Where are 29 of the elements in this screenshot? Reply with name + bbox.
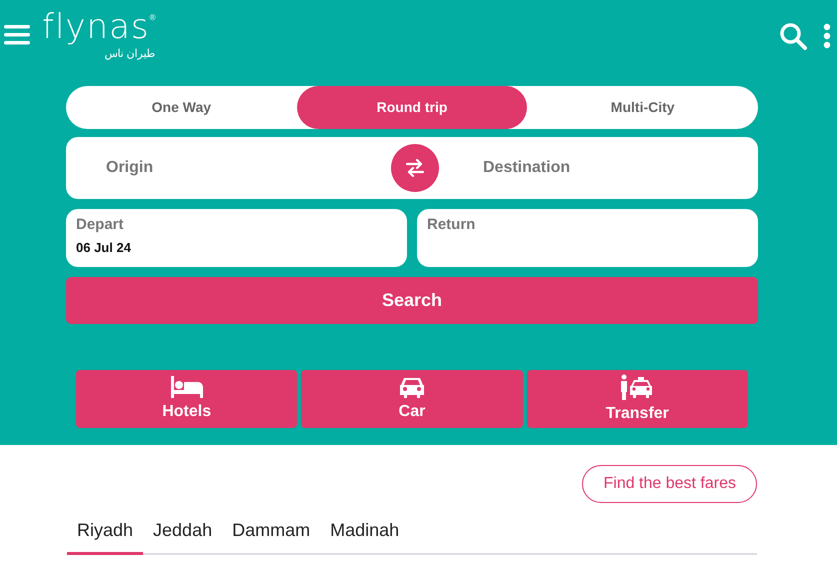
city-tab[interactable]: Dammam	[222, 513, 320, 555]
city-tab[interactable]: Madinah	[320, 513, 410, 555]
more-options-icon[interactable]	[823, 23, 831, 49]
search-button[interactable]: Search	[66, 277, 758, 324]
car-icon	[398, 376, 425, 398]
search-icon[interactable]	[779, 22, 807, 50]
service-button[interactable]: Car	[301, 370, 523, 428]
date-field[interactable]: Depart 06 Jul 24	[66, 209, 407, 267]
logo-arabic-text: طيران ناس	[103, 48, 156, 60]
logo-text[interactable]: flynas	[42, 7, 150, 47]
bed-icon	[170, 376, 203, 398]
city-tab[interactable]: Riyadh	[67, 513, 144, 555]
service-button[interactable]: Transfer	[526, 370, 748, 428]
destination-field[interactable]: Destination	[481, 155, 758, 181]
trip-type-tab[interactable]: Multi-City	[527, 86, 758, 129]
swap-button[interactable]	[391, 144, 439, 192]
origin-field[interactable]: Origin	[66, 155, 381, 181]
registered-mark: ®	[150, 13, 156, 22]
date-label: Return	[427, 216, 476, 234]
date-label: Depart	[76, 216, 125, 234]
service-button[interactable]: Hotels	[76, 370, 298, 428]
trip-type-tab[interactable]: One Way	[66, 86, 297, 129]
menu-icon[interactable]	[4, 24, 30, 46]
trip-type-tab[interactable]: Round trip	[296, 86, 528, 129]
date-value: 06 Jul 24	[76, 240, 132, 256]
find-fares-button[interactable]: Find the best fares	[582, 465, 757, 503]
city-tab[interactable]: Jeddah	[143, 513, 222, 555]
date-field[interactable]: Return	[417, 209, 758, 267]
swap-icon	[405, 159, 425, 177]
